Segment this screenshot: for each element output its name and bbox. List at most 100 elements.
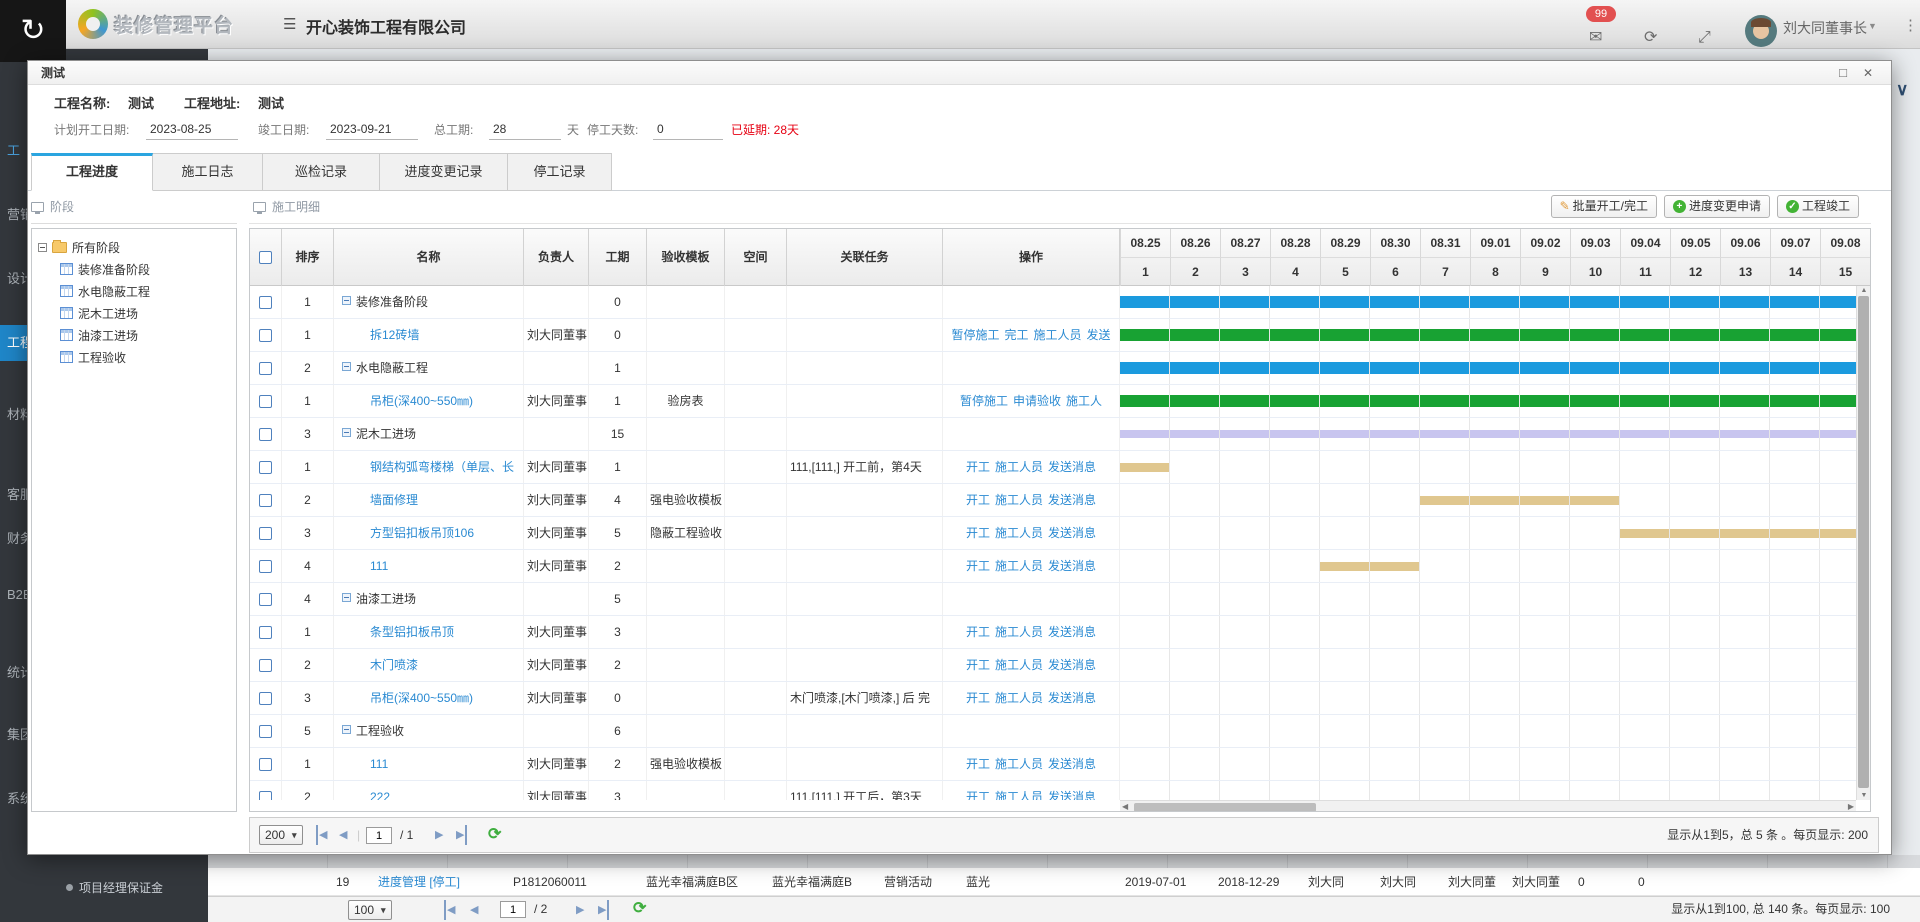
row-checkbox[interactable] bbox=[259, 791, 272, 800]
scroll-right-icon[interactable]: ▶ bbox=[1848, 801, 1854, 812]
op-link[interactable]: 发送消息 bbox=[1048, 616, 1096, 649]
last-page-button[interactable]: ▶ bbox=[456, 825, 467, 845]
task-name-link[interactable]: 方型铝扣板吊顶106 bbox=[370, 526, 474, 540]
batch-start-finish-button[interactable]: ✎批量开工/完工 bbox=[1551, 195, 1657, 218]
collapse-icon[interactable] bbox=[342, 428, 351, 437]
tree-node[interactable]: 油漆工进场 bbox=[38, 324, 230, 346]
first-page-button[interactable]: ◀ bbox=[444, 900, 455, 920]
task-name-link[interactable]: 吊柜(深400~550㎜) bbox=[370, 394, 473, 408]
tab-2[interactable]: 施工日志 bbox=[153, 153, 263, 191]
reload-icon[interactable]: ⟳ bbox=[633, 899, 646, 919]
op-link[interactable]: 发送消息 bbox=[1048, 550, 1096, 583]
scroll-down-icon[interactable]: ▼ bbox=[1857, 792, 1871, 799]
op-link[interactable]: 开工 bbox=[966, 550, 990, 583]
gantt-bar[interactable] bbox=[1120, 329, 1870, 341]
op-link[interactable]: 开工 bbox=[966, 517, 990, 550]
tree-node[interactable]: 水电隐蔽工程 bbox=[38, 280, 230, 302]
op-link[interactable]: 施工人员 bbox=[995, 517, 1043, 550]
project-link[interactable]: 进度管理 [停工] bbox=[378, 868, 460, 896]
finish-date-input[interactable]: 2023-09-21 bbox=[326, 119, 418, 140]
more-menu-icon[interactable]: ⋮ bbox=[1903, 16, 1918, 34]
gantt-bar[interactable] bbox=[1120, 395, 1870, 407]
sidebar-item-project-manager-deposit[interactable]: 项目经理保证金 bbox=[0, 876, 208, 900]
task-name-link[interactable]: 木门喷漆 bbox=[370, 658, 418, 672]
plan-start-input[interactable]: 2023-08-25 bbox=[146, 119, 238, 140]
avatar[interactable] bbox=[1745, 15, 1777, 47]
op-link[interactable]: 施工人员 bbox=[995, 550, 1043, 583]
task-name-link[interactable]: 111 bbox=[370, 757, 388, 771]
op-link[interactable]: 发送消息 bbox=[1048, 649, 1096, 682]
op-link[interactable]: 开工 bbox=[966, 484, 990, 517]
op-link[interactable]: 开工 bbox=[966, 748, 990, 781]
gantt-bar[interactable] bbox=[1120, 463, 1170, 472]
task-name-link[interactable]: 钢结构弧弯楼梯（单层、长 bbox=[370, 460, 514, 474]
select-all-checkbox[interactable] bbox=[259, 251, 272, 264]
fullscreen-icon[interactable]: ⤢ bbox=[1698, 30, 1711, 46]
gantt-bar[interactable] bbox=[1120, 430, 1870, 438]
prev-page-button[interactable]: ◀ bbox=[470, 900, 478, 920]
tree-node[interactable]: 装修准备阶段 bbox=[38, 258, 230, 280]
collapse-icon[interactable] bbox=[342, 593, 351, 602]
row-checkbox[interactable] bbox=[259, 527, 272, 540]
op-link[interactable]: 开工 bbox=[966, 649, 990, 682]
op-link[interactable]: 发送消息 bbox=[1048, 781, 1096, 800]
task-name-link[interactable]: 拆12砖墙 bbox=[370, 328, 419, 342]
app-logo[interactable]: ↻ bbox=[0, 0, 66, 62]
scroll-left-icon[interactable]: ◀ bbox=[1122, 801, 1128, 812]
gantt-bar[interactable] bbox=[1120, 296, 1870, 308]
page-input[interactable] bbox=[366, 827, 392, 844]
gantt-bar[interactable] bbox=[1320, 562, 1420, 571]
op-link[interactable]: 发送消息 bbox=[1048, 682, 1096, 715]
op-link[interactable]: 发送消息 bbox=[1048, 748, 1096, 781]
row-checkbox[interactable] bbox=[259, 296, 272, 309]
row-checkbox[interactable] bbox=[259, 626, 272, 639]
op-link[interactable]: 暂停施工 bbox=[960, 385, 1008, 418]
horizontal-scrollbar[interactable]: ◀ ▶ bbox=[1120, 800, 1856, 812]
user-name[interactable]: 刘大同董事长 bbox=[1783, 18, 1867, 38]
task-name-link[interactable]: 222 bbox=[370, 790, 390, 800]
op-link[interactable]: 发送 bbox=[1087, 319, 1111, 352]
op-link[interactable]: 施工人员 bbox=[995, 451, 1043, 484]
gantt-bar[interactable] bbox=[1620, 529, 1870, 538]
row-checkbox[interactable] bbox=[259, 593, 272, 606]
gantt-bar[interactable] bbox=[1420, 496, 1620, 505]
user-caret-icon[interactable]: ▼ bbox=[1868, 21, 1877, 31]
op-link[interactable]: 暂停施工 bbox=[951, 319, 999, 352]
scroll-up-icon[interactable]: ▲ bbox=[1857, 287, 1871, 294]
task-name-link[interactable]: 条型铝扣板吊顶 bbox=[370, 625, 454, 639]
op-link[interactable]: 开工 bbox=[966, 781, 990, 800]
tab-5[interactable]: 停工记录 bbox=[508, 153, 612, 191]
row-checkbox[interactable] bbox=[259, 560, 272, 573]
scrollbar-thumb[interactable] bbox=[1134, 803, 1316, 812]
op-link[interactable]: 申请验收 bbox=[1013, 385, 1061, 418]
collapse-icon[interactable] bbox=[342, 296, 351, 305]
op-link[interactable]: 开工 bbox=[966, 616, 990, 649]
row-checkbox[interactable] bbox=[259, 428, 272, 441]
page-input[interactable] bbox=[500, 901, 526, 918]
menu-toggle-icon[interactable]: ☰ bbox=[283, 15, 296, 33]
vertical-scrollbar[interactable]: ▲ ▼ bbox=[1856, 286, 1870, 800]
tab-3[interactable]: 巡检记录 bbox=[263, 153, 380, 191]
last-page-button[interactable]: ▶ bbox=[598, 900, 609, 920]
first-page-button[interactable]: ◀ bbox=[316, 825, 327, 845]
tree-root[interactable]: 所有阶段 bbox=[38, 236, 230, 258]
dialog-titlebar[interactable]: 测试 □ ✕ bbox=[28, 61, 1891, 85]
task-name-link[interactable]: 111 bbox=[370, 559, 388, 573]
row-checkbox[interactable] bbox=[259, 725, 272, 738]
close-icon[interactable]: ✕ bbox=[1863, 61, 1873, 85]
op-link[interactable]: 发送消息 bbox=[1048, 517, 1096, 550]
row-checkbox[interactable] bbox=[259, 461, 272, 474]
op-link[interactable]: 施工人员 bbox=[995, 649, 1043, 682]
reload-icon[interactable]: ⟳ bbox=[488, 825, 501, 845]
op-link[interactable]: 施工人员 bbox=[995, 682, 1043, 715]
total-duration-input[interactable]: 28 bbox=[489, 119, 561, 140]
op-link[interactable]: 施工人员 bbox=[1034, 319, 1082, 352]
progress-change-request-button[interactable]: +进度变更申请 bbox=[1664, 195, 1770, 218]
op-link[interactable]: 开工 bbox=[966, 682, 990, 715]
page-size-select[interactable]: 100▾ bbox=[348, 900, 392, 920]
scrollbar-thumb[interactable] bbox=[1858, 296, 1869, 788]
collapse-icon[interactable] bbox=[38, 243, 47, 252]
maximize-icon[interactable]: □ bbox=[1839, 61, 1847, 85]
row-checkbox[interactable] bbox=[259, 758, 272, 771]
op-link[interactable]: 施工人员 bbox=[995, 748, 1043, 781]
